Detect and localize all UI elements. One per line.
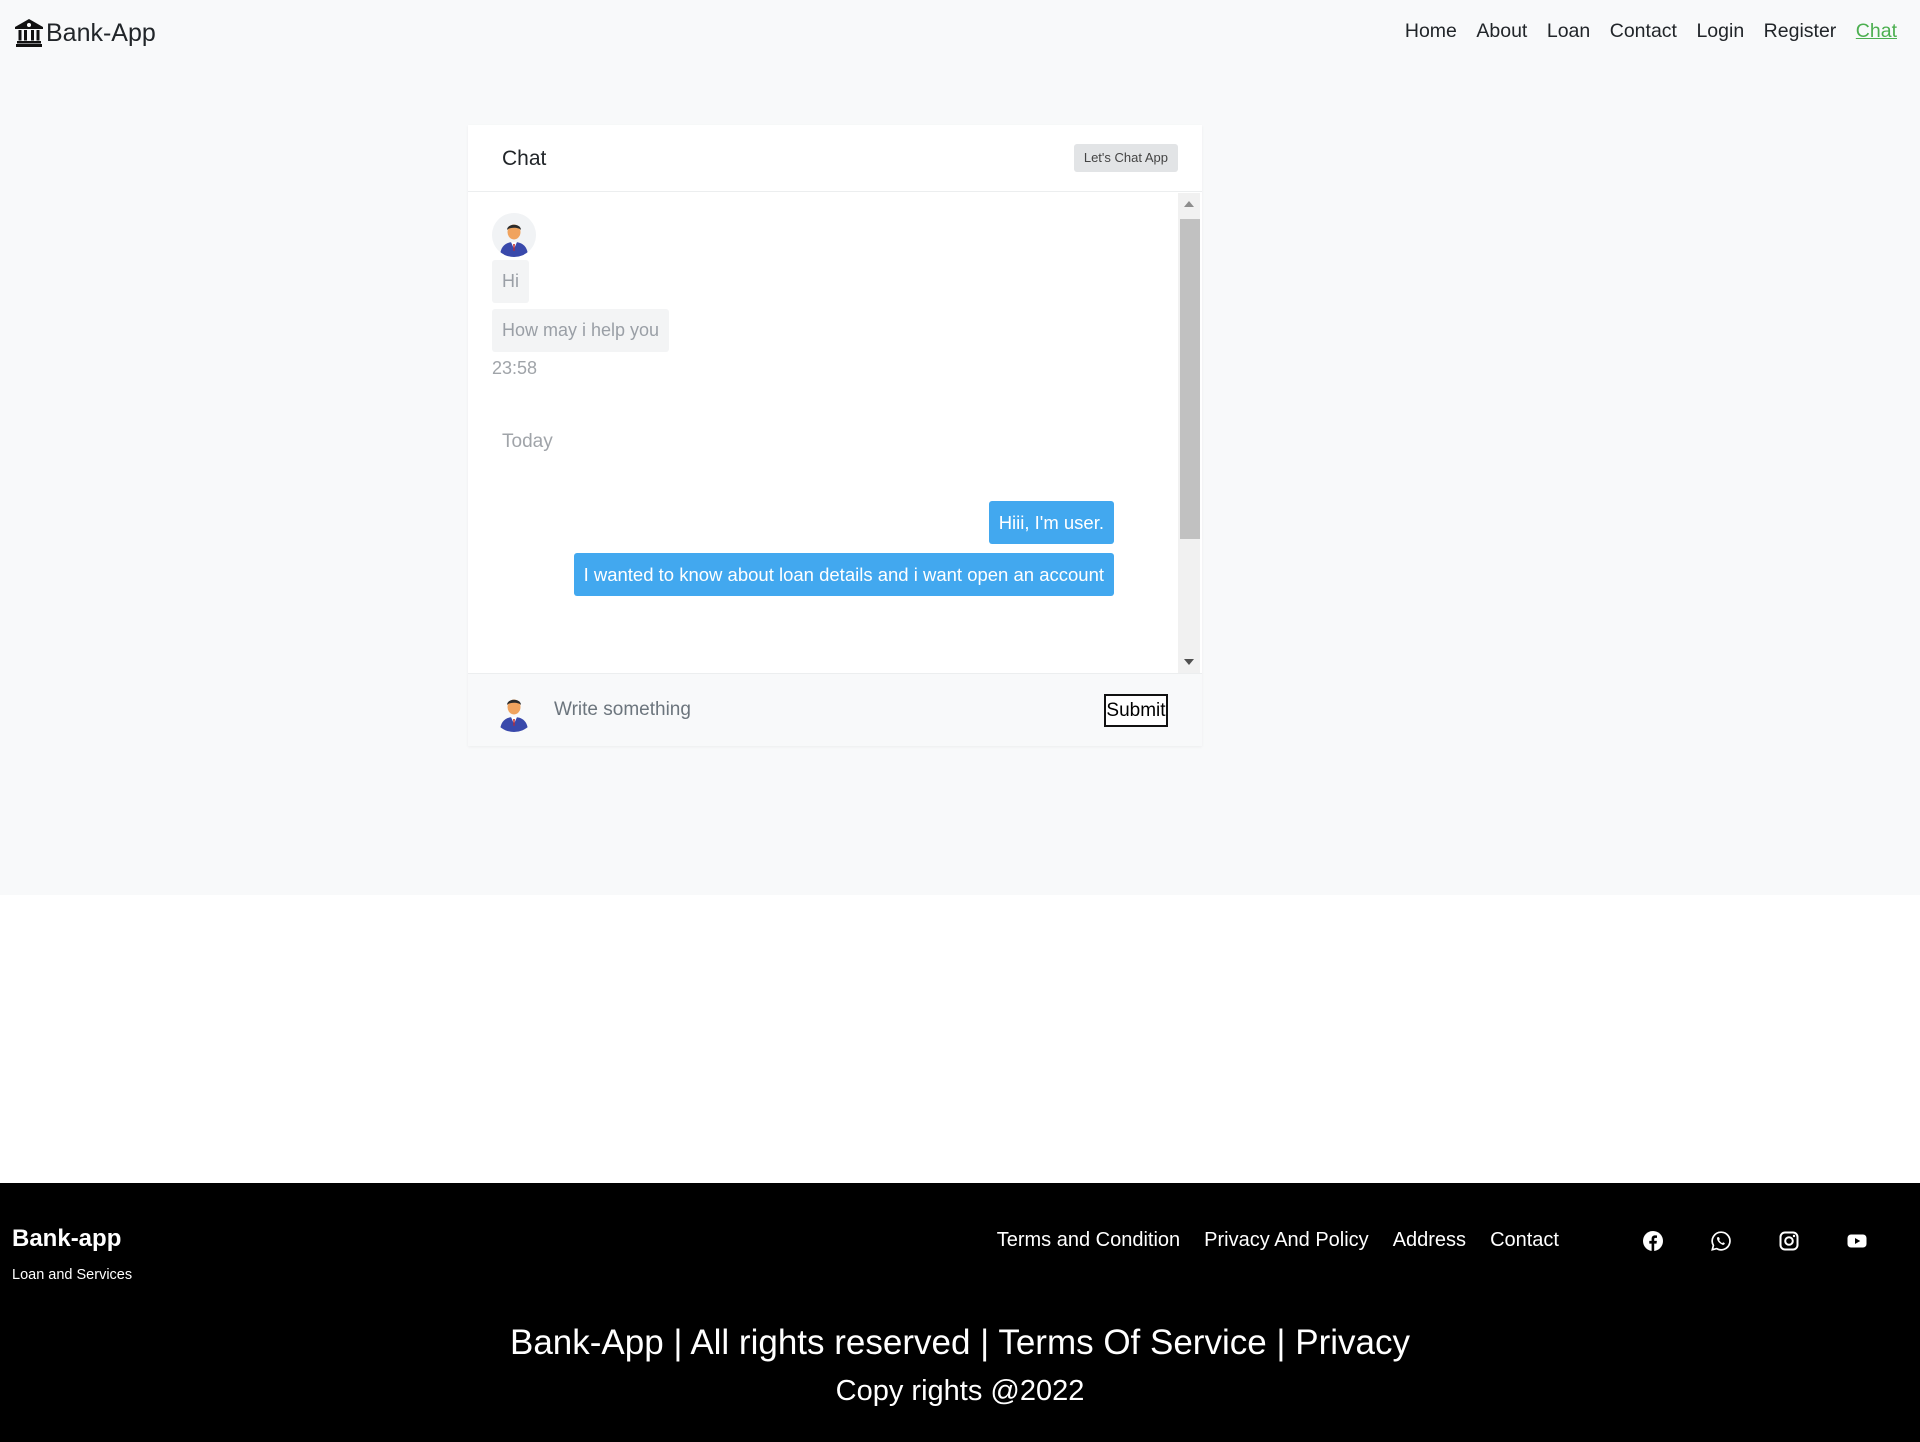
chat-header: Chat Let's Chat App	[468, 125, 1202, 192]
incoming-message: Hi	[492, 260, 529, 303]
whatsapp-icon[interactable]	[1711, 1231, 1731, 1251]
scroll-thumb[interactable]	[1180, 219, 1200, 539]
person-avatar-icon	[492, 213, 536, 257]
footer-brand: Bank-app	[12, 1225, 122, 1252]
nav-link-loan[interactable]: Loan	[1547, 20, 1590, 43]
footer-link-terms[interactable]: Terms and Condition	[997, 1229, 1180, 1252]
youtube-icon[interactable]	[1847, 1231, 1867, 1251]
facebook-icon[interactable]	[1643, 1231, 1663, 1251]
nav-link-about[interactable]: About	[1476, 20, 1527, 43]
footer-link-contact[interactable]: Contact	[1490, 1229, 1559, 1252]
footer-tagline: Loan and Services	[12, 1267, 133, 1283]
chat-scrollbar[interactable]	[1178, 193, 1200, 673]
incoming-message: How may i help you	[492, 309, 670, 352]
instagram-icon[interactable]	[1779, 1231, 1799, 1251]
nav-links: Home About Loan Contact Login Register C…	[1385, 20, 1897, 43]
chat-app-badge[interactable]: Let's Chat App	[1073, 144, 1178, 172]
chat-title: Chat	[502, 147, 547, 170]
bank-icon	[15, 19, 43, 47]
navbar: Bank-App Home About Loan Contact Login R…	[0, 0, 1920, 66]
footer-link-address[interactable]: Address	[1393, 1229, 1466, 1252]
footer-links: Terms and Condition Privacy And Policy A…	[973, 1229, 1559, 1252]
footer-link-privacy[interactable]: Privacy And Policy	[1204, 1229, 1369, 1252]
brand-name: Bank-App	[46, 18, 156, 47]
outgoing-message: Hiii, I'm user.	[988, 501, 1114, 544]
submit-button[interactable]: Submit	[1104, 694, 1168, 727]
footer-copyright: Copy rights @2022	[835, 1375, 1085, 1407]
user-avatar	[492, 688, 536, 732]
message-input[interactable]	[554, 692, 1054, 728]
nav-link-login[interactable]: Login	[1696, 20, 1744, 43]
nav-link-chat[interactable]: Chat	[1856, 20, 1897, 43]
chat-card: Chat Let's Chat App Hi How may i help yo…	[468, 125, 1202, 746]
nav-link-register[interactable]: Register	[1764, 20, 1837, 43]
message-timestamp: 23:58	[492, 358, 538, 378]
outgoing-message: I wanted to know about loan details and …	[573, 553, 1114, 596]
scroll-down-arrow-icon[interactable]	[1178, 651, 1200, 673]
chat-composer: Submit	[468, 673, 1202, 746]
site-footer: Bank-app Loan and Services Terms and Con…	[0, 1183, 1920, 1442]
nav-link-contact[interactable]: Contact	[1610, 20, 1677, 43]
nav-link-home[interactable]: Home	[1405, 20, 1457, 43]
main-section: Bank-App Home About Loan Contact Login R…	[0, 0, 1920, 895]
person-avatar-icon	[500, 699, 528, 732]
brand-link[interactable]: Bank-App	[14, 16, 156, 50]
agent-avatar	[492, 213, 536, 257]
social-links	[1643, 1231, 1867, 1251]
chat-messages[interactable]: Hi How may i help you 23:58 Today Hiii, …	[468, 193, 1202, 673]
day-separator: Today	[502, 431, 553, 452]
footer-rights: Bank-App | All rights reserved | Terms O…	[510, 1323, 1410, 1362]
scroll-up-arrow-icon[interactable]	[1178, 193, 1200, 215]
